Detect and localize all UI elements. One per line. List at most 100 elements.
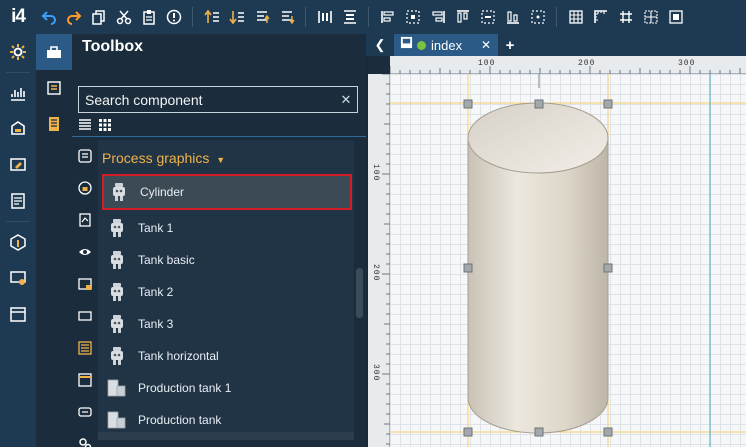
robot-icon [102, 244, 132, 276]
group-process-graphics[interactable]: Process graphics ▼ [102, 150, 225, 166]
align-right-icon[interactable] [427, 6, 449, 28]
chart-screen-icon[interactable] [0, 75, 36, 111]
category-basic-icon[interactable] [72, 140, 98, 172]
ruler-horizontal: 100 200 300 [390, 56, 746, 74]
robot-icon [102, 308, 132, 340]
screen-icon [400, 36, 413, 54]
view-toggles [78, 118, 112, 132]
ruler-corner [368, 56, 390, 74]
cut-icon[interactable] [113, 6, 135, 28]
list-scrollbar[interactable] [356, 268, 363, 318]
chevron-left-icon[interactable]: ❮ [366, 34, 394, 56]
ruler-ticks-y [382, 74, 390, 445]
toolbox-title: Toolbox [82, 38, 144, 55]
grid-view-icon[interactable] [98, 118, 112, 132]
bring-to-front-icon[interactable] [201, 6, 223, 28]
list-item-label: Production tank [138, 413, 222, 427]
align-center-icon[interactable] [402, 6, 424, 28]
tank-icon [102, 372, 132, 404]
ruler-x-label: 200 [578, 59, 596, 68]
align-left-icon[interactable] [377, 6, 399, 28]
bring-forward-icon[interactable] [251, 6, 273, 28]
center-canvas-icon[interactable] [527, 6, 549, 28]
category-view-icon[interactable] [72, 236, 98, 268]
package-icon[interactable] [0, 224, 36, 260]
top-toolbar: i4 [0, 0, 746, 34]
category-media-icon[interactable] [72, 396, 98, 428]
panel-switcher [36, 34, 72, 447]
design-canvas[interactable]: 100 200 300 100 200 300 [368, 56, 746, 447]
tag-icon[interactable] [0, 111, 36, 147]
align-top-icon[interactable] [452, 6, 474, 28]
undo-icon[interactable] [38, 6, 60, 28]
copy-icon[interactable] [88, 6, 110, 28]
robot-icon [102, 212, 132, 244]
category-display-icon[interactable] [72, 300, 98, 332]
editor-tabbar: ❮ index ✕ + [366, 34, 746, 56]
robot-icon [102, 276, 132, 308]
list-item-label: Cylinder [140, 185, 185, 199]
search-input[interactable] [79, 91, 335, 108]
grid-icon[interactable] [565, 6, 587, 28]
category-library-icon[interactable] [72, 268, 98, 300]
list-item-label: Tank 3 [138, 317, 174, 331]
status-dot [417, 40, 426, 50]
list-item[interactable]: Tank horizontal [102, 340, 352, 372]
ruler-x-label: 100 [478, 59, 496, 68]
category-security-icon[interactable] [72, 172, 98, 204]
redo-icon[interactable] [63, 6, 85, 28]
category-window-icon[interactable] [72, 364, 98, 396]
monitor-settings-icon[interactable] [0, 260, 36, 296]
list-item[interactable]: Tank 2 [102, 276, 352, 308]
category-report-icon[interactable] [72, 204, 98, 236]
align-middle-icon[interactable] [477, 6, 499, 28]
paste-icon[interactable] [138, 6, 160, 28]
toolbar-divider [556, 7, 557, 27]
list-view-icon[interactable] [78, 118, 92, 132]
list-item[interactable]: Tank 1 [102, 212, 352, 244]
distribute-vertical-icon[interactable] [339, 6, 361, 28]
clear-search-icon[interactable]: ✕ [335, 92, 357, 108]
left-nav-rail [0, 34, 36, 447]
snap-grid-icon[interactable] [640, 6, 662, 28]
list-item-label: Tank 1 [138, 221, 174, 235]
align-bottom-icon[interactable] [502, 6, 524, 28]
snap-objects-icon[interactable] [665, 6, 687, 28]
toolbox-panel: Toolbox ✕ Process graphics ▼ [72, 34, 366, 447]
search-box: ✕ [78, 86, 358, 113]
list-item[interactable]: Production tank 1 [102, 372, 352, 404]
toolbar-divider [368, 7, 369, 27]
category-advanced-icon[interactable] [72, 428, 98, 447]
settings-gear-icon[interactable] [0, 34, 36, 70]
ruler-vertical: 100 200 300 [368, 74, 390, 447]
notes-icon[interactable] [36, 106, 72, 142]
rail-divider [6, 72, 30, 73]
list-item-label: Tank horizontal [138, 349, 219, 363]
close-tab-icon[interactable]: ✕ [481, 38, 498, 52]
category-list-icon[interactable] [72, 332, 98, 364]
archive-icon[interactable] [0, 296, 36, 332]
toolbar-divider [192, 7, 193, 27]
edit-screen-icon[interactable] [0, 147, 36, 183]
list-item[interactable]: Tank basic [102, 244, 352, 276]
send-to-back-icon[interactable] [226, 6, 248, 28]
report-icon[interactable] [0, 183, 36, 219]
robot-icon [102, 340, 132, 372]
list-item-label: Production tank 1 [138, 381, 232, 395]
grid-lines-icon[interactable] [615, 6, 637, 28]
canvas-grid[interactable] [390, 74, 746, 447]
list-footer [98, 432, 354, 440]
list-item[interactable]: Cylinder [102, 174, 352, 210]
list-item-label: Tank basic [138, 253, 195, 267]
ruler-icon[interactable] [590, 6, 612, 28]
toolbox-icon[interactable] [36, 34, 72, 70]
distribute-horizontal-icon[interactable] [314, 6, 336, 28]
search-divider [72, 136, 366, 137]
add-tab-icon[interactable]: + [498, 34, 522, 56]
send-backward-icon[interactable] [276, 6, 298, 28]
tab-index[interactable]: index ✕ [394, 34, 498, 56]
info-icon[interactable] [163, 6, 185, 28]
robot-icon [104, 176, 134, 208]
list-item[interactable]: Tank 3 [102, 308, 352, 340]
screens-icon[interactable] [36, 70, 72, 106]
